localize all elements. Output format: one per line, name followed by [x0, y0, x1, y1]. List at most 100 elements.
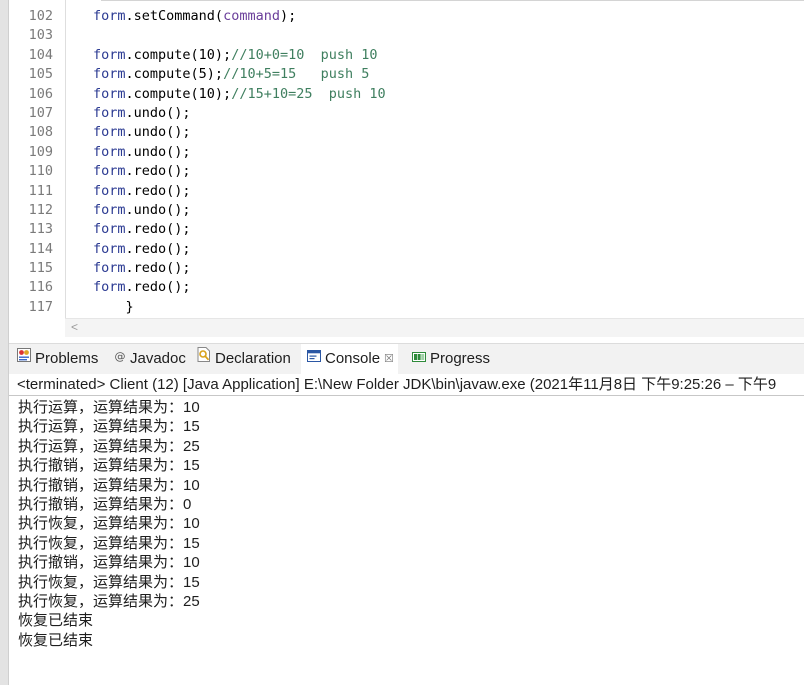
- line-number: 117: [28, 298, 53, 315]
- at-icon: @: [114, 343, 126, 373]
- code-token: form: [93, 201, 126, 218]
- left-window-border: [0, 0, 8, 685]
- code-token: form: [93, 240, 126, 257]
- line-number: 107: [28, 104, 53, 121]
- code-token: .redo();: [125, 260, 191, 277]
- code-token: form: [93, 104, 126, 121]
- console-output-line: 执行撤销，运算结果为：0: [18, 495, 192, 513]
- console-output-line: 执行恢复，运算结果为：15: [18, 534, 200, 552]
- line-number: 102: [28, 8, 53, 24]
- code-token: form: [93, 143, 126, 160]
- tab-progress[interactable]: Progress: [412, 344, 490, 374]
- console-status-line: <terminated> Client (12) [Java Applicati…: [17, 376, 777, 393]
- console-output-line: 执行恢复，运算结果为：10: [18, 515, 200, 533]
- console-output-line: 执行运算，运算结果为：15: [18, 418, 200, 436]
- console-output-line: 执行运算，运算结果为：25: [18, 437, 200, 455]
- code-token: form: [93, 85, 126, 102]
- line-number: 106: [28, 85, 53, 102]
- tab-problems-label: Problems: [35, 350, 99, 367]
- console-output-line: 执行撤销，运算结果为：15: [18, 457, 200, 475]
- code-editor[interactable]: 102 form.setCommand(command); 103 104 form.c…: [9, 0, 804, 337]
- close-tab-icon[interactable]: ☒: [384, 353, 394, 365]
- console-output-line: 执行运算，运算结果为：10: [18, 399, 200, 416]
- code-token: form: [93, 260, 126, 277]
- code-token: form: [93, 279, 126, 296]
- code-token: form: [93, 221, 126, 238]
- tab-progress-label: Progress: [430, 350, 491, 367]
- line-number: 113: [28, 221, 53, 238]
- tab-console-label: Console: [325, 350, 381, 367]
- console-output-line: 恢复已结束: [18, 631, 94, 649]
- code-token: form: [93, 8, 126, 24]
- problems-icon: [17, 343, 31, 373]
- horizontal-scrollbar[interactable]: <: [65, 318, 804, 337]
- code-text: form.undo();: [93, 143, 191, 162]
- view-tab-bar: Problems @ Javadoc Declaration Console☒: [9, 343, 804, 374]
- console-icon: [307, 343, 321, 373]
- code-token: .compute(10);: [125, 46, 232, 63]
- line-number: 116: [28, 279, 53, 296]
- code-token: form: [93, 182, 126, 199]
- code-token: .undo();: [125, 124, 191, 141]
- code-text: form.redo();: [93, 162, 191, 181]
- code-token: command: [223, 8, 280, 24]
- code-token: .undo();: [125, 104, 191, 121]
- code-token: .redo();: [125, 221, 191, 238]
- code-comment: //10+5=15 push 5: [223, 66, 370, 83]
- tab-javadoc-label: Javadoc: [130, 350, 186, 367]
- code-comment: //15+10=25 push 10: [231, 85, 386, 102]
- tab-problems[interactable]: Problems: [17, 344, 98, 374]
- code-token: );: [279, 8, 297, 24]
- console-output-line: 执行恢复，运算结果为：25: [18, 592, 200, 610]
- code-token: .setCommand(: [125, 8, 224, 24]
- code-token: form: [93, 163, 126, 180]
- editor-top-edge: [101, 0, 804, 1]
- tab-console[interactable]: Console ☒: [301, 344, 398, 374]
- code-text: form.redo();: [93, 278, 191, 297]
- line-number: 103: [28, 27, 53, 44]
- code-text: form.setCommand(command);: [93, 7, 296, 26]
- code-token: .undo();: [125, 201, 191, 218]
- declaration-icon: [197, 343, 211, 373]
- tab-declaration[interactable]: Declaration: [197, 344, 291, 374]
- line-number: 104: [28, 46, 53, 63]
- code-text: form.undo();: [93, 201, 191, 220]
- code-text: form.undo();: [93, 104, 191, 123]
- code-token: .undo();: [125, 143, 191, 160]
- console-output-line: 执行撤销，运算结果为：10: [18, 554, 200, 572]
- progress-icon: [412, 343, 426, 373]
- scroll-left-arrow-icon[interactable]: <: [71, 320, 78, 334]
- line-number: 109: [28, 143, 53, 160]
- tab-declaration-label: Declaration: [215, 350, 291, 367]
- code-token: form: [93, 124, 126, 141]
- line-number: 115: [28, 260, 53, 277]
- code-comment: //10+0=10 push 10: [231, 46, 378, 63]
- code-text: form.compute(10);//15+10=25 push 10: [93, 85, 386, 104]
- code-text: form.redo();: [93, 259, 191, 278]
- code-token: .compute(5);: [125, 66, 224, 83]
- code-text: form.compute(5);//10+5=15 push 5: [93, 65, 369, 84]
- line-number: 114: [28, 240, 53, 257]
- code-text: form.compute(10);//10+0=10 push 10: [93, 46, 378, 65]
- code-token: form: [93, 46, 126, 63]
- line-number: 110: [28, 163, 53, 180]
- line-number-ruler: [65, 0, 66, 318]
- svg-text:@: @: [115, 350, 126, 362]
- code-text: form.redo();: [93, 220, 191, 239]
- line-number: 112: [28, 201, 53, 218]
- code-token: .redo();: [125, 279, 191, 296]
- code-token: .compute(10);: [125, 85, 232, 102]
- tab-javadoc[interactable]: @ Javadoc: [114, 344, 186, 374]
- code-text: form.undo();: [93, 123, 191, 142]
- console-output[interactable]: 执行运算，运算结果为：10 执行运算，运算结果为：15 执行运算，运算结果为：25 执…: [18, 398, 200, 650]
- code-text: }: [93, 298, 134, 317]
- console-separator: [9, 395, 804, 396]
- code-token: .redo();: [125, 163, 191, 180]
- code-token: form: [93, 66, 126, 83]
- code-token: }: [93, 298, 134, 315]
- console-output-line: 执行撤销，运算结果为：10: [18, 476, 200, 494]
- line-number: 108: [28, 124, 53, 141]
- code-text: form.redo();: [93, 240, 191, 259]
- code-token: .redo();: [125, 240, 191, 257]
- line-number: 111: [28, 182, 53, 199]
